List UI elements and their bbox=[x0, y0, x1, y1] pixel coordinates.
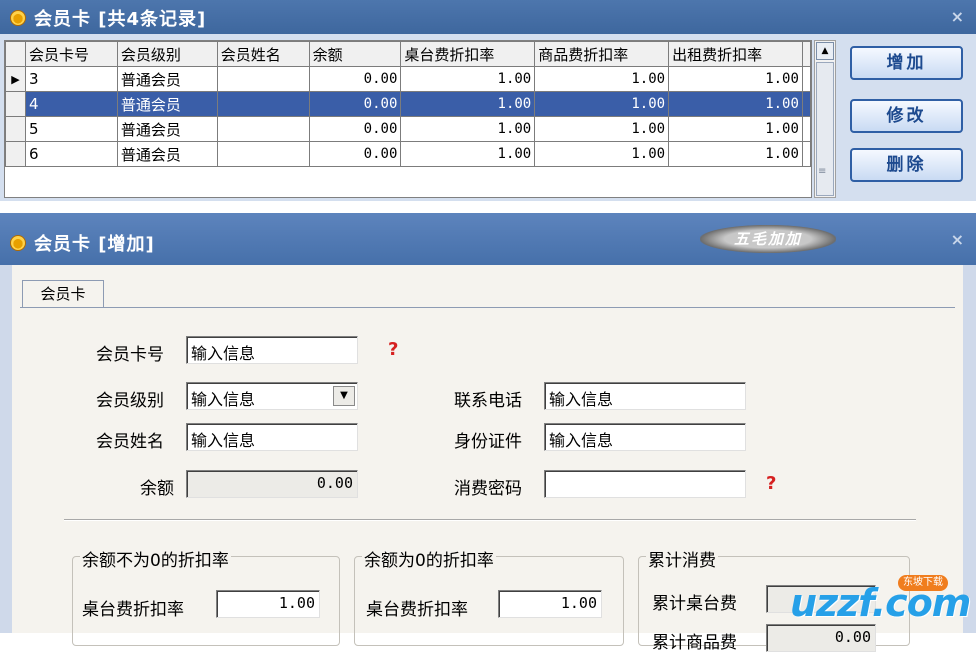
level-select-value: 输入信息 bbox=[191, 390, 256, 409]
close-icon[interactable]: × bbox=[951, 230, 964, 249]
balance-label: 余额 bbox=[140, 479, 174, 499]
password-input[interactable] bbox=[544, 470, 746, 498]
cell-table-rate[interactable]: 1.00 bbox=[400, 116, 536, 142]
watermark-tag: 东坡下载 bbox=[898, 575, 948, 591]
phone-label: 联系电话 bbox=[454, 391, 522, 411]
app-logo-icon bbox=[10, 235, 26, 251]
grid-vertical-scrollbar[interactable]: ▲ ≡ bbox=[814, 40, 836, 198]
cell-balance[interactable]: 0.00 bbox=[308, 141, 402, 167]
cell-rent-rate[interactable]: 1.00 bbox=[668, 91, 803, 117]
nonzero-rate-group-title: 余额不为0的折扣率 bbox=[80, 546, 231, 571]
cell-balance[interactable]: 0.00 bbox=[308, 91, 402, 117]
cell-rent-rate[interactable]: 1.00 bbox=[668, 141, 803, 167]
cell-level[interactable]: 普通会员 bbox=[116, 91, 218, 117]
chevron-down-icon[interactable]: ▼ bbox=[333, 386, 355, 406]
cell-goods-rate[interactable]: 1.00 bbox=[534, 66, 670, 92]
cell-rent-rate[interactable]: 1.00 bbox=[668, 66, 803, 92]
card-no-label: 会员卡号 bbox=[96, 345, 164, 365]
cell-goods-rate[interactable]: 1.00 bbox=[534, 91, 670, 117]
cell-more[interactable] bbox=[801, 116, 812, 142]
cell-name[interactable] bbox=[216, 91, 310, 117]
nonzero-table-rate-label: 桌台费折扣率 bbox=[82, 600, 184, 620]
cell-goods-rate[interactable]: 1.00 bbox=[534, 116, 670, 142]
row-indicator-icon: ▶ bbox=[5, 66, 26, 92]
cell-table-rate[interactable]: 1.00 bbox=[400, 91, 536, 117]
table-row[interactable]: 6 普通会员 0.00 1.00 1.00 1.00 bbox=[5, 141, 812, 167]
cell-card-no[interactable]: 5 bbox=[24, 116, 118, 142]
cell-table-rate[interactable]: 1.00 bbox=[400, 66, 536, 92]
total-goods-fee-label: 累计商品费 bbox=[652, 633, 737, 653]
password-label: 消费密码 bbox=[454, 479, 522, 499]
cell-name[interactable] bbox=[216, 141, 310, 167]
zero-rate-group-title: 余额为0的折扣率 bbox=[362, 546, 496, 571]
cell-balance[interactable]: 0.00 bbox=[308, 116, 402, 142]
site-watermark: uzzf.com 东坡下载 bbox=[790, 575, 971, 631]
scroll-up-arrow-icon[interactable]: ▲ bbox=[816, 42, 834, 60]
zero-table-rate-label: 桌台费折扣率 bbox=[366, 600, 468, 620]
name-label: 会员姓名 bbox=[96, 432, 164, 452]
cell-table-rate[interactable]: 1.00 bbox=[400, 141, 536, 167]
section-divider bbox=[64, 519, 916, 521]
table-row[interactable]: 5 普通会员 0.00 1.00 1.00 1.00 bbox=[5, 116, 812, 142]
cell-level[interactable]: 普通会员 bbox=[116, 66, 218, 92]
card-no-input[interactable]: 输入信息 bbox=[186, 336, 358, 364]
phone-input[interactable]: 输入信息 bbox=[544, 382, 746, 410]
column-header-name[interactable]: 会员姓名 bbox=[216, 41, 310, 67]
balance-field: 0.00 bbox=[186, 470, 358, 498]
cell-name[interactable] bbox=[216, 66, 310, 92]
grid-header: 会员卡号 会员级别 会员姓名 余额 桌台费折扣率 商品费折扣率 出租费折扣率 bbox=[5, 41, 812, 67]
list-title-bar: 会员卡 [共4条记录] × bbox=[0, 0, 976, 34]
scroll-grip-icon: ≡ bbox=[818, 166, 827, 177]
tab-member-card[interactable]: 会员卡 bbox=[22, 280, 104, 308]
member-card-grid: 会员卡号 会员级别 会员姓名 余额 桌台费折扣率 商品费折扣率 出租费折扣率 ▶… bbox=[4, 40, 812, 198]
cell-balance[interactable]: 0.00 bbox=[308, 66, 402, 92]
member-card-edit-window: 会员卡 [增加] 五毛加加 × 会员卡 会员卡号 输入信息 ? 会员级别 输入信… bbox=[0, 213, 976, 653]
cell-level[interactable]: 普通会员 bbox=[116, 141, 218, 167]
table-row-selected[interactable]: 4 普通会员 0.00 1.00 1.00 1.00 bbox=[5, 91, 812, 117]
total-spending-group-title: 累计消费 bbox=[646, 546, 718, 571]
table-row[interactable]: ▶ 3 普通会员 0.00 1.00 1.00 1.00 bbox=[5, 66, 812, 92]
password-required-mark: ? bbox=[766, 473, 777, 494]
total-table-fee-label: 累计桌台费 bbox=[652, 594, 737, 614]
name-input[interactable]: 输入信息 bbox=[186, 423, 358, 451]
id-card-input[interactable]: 输入信息 bbox=[544, 423, 746, 451]
delete-button[interactable]: 删除 bbox=[850, 148, 963, 182]
column-header-table-rate[interactable]: 桌台费折扣率 bbox=[400, 41, 536, 67]
cell-name[interactable] bbox=[216, 116, 310, 142]
add-button[interactable]: 增加 bbox=[850, 46, 963, 80]
member-card-list-window: 会员卡 [共4条记录] × 会员卡号 会员级别 会员姓名 余额 桌台费折扣率 商… bbox=[0, 0, 976, 201]
brand-badge: 五毛加加 bbox=[700, 225, 836, 253]
edit-window-title: 会员卡 [增加] bbox=[34, 234, 155, 255]
cell-more[interactable] bbox=[801, 91, 812, 117]
cell-card-no[interactable]: 4 bbox=[24, 91, 118, 117]
id-card-label: 身份证件 bbox=[454, 432, 522, 452]
level-select[interactable]: 输入信息 ▼ bbox=[186, 382, 358, 410]
cell-more[interactable] bbox=[801, 66, 812, 92]
app-logo-icon bbox=[10, 10, 26, 26]
column-header-level[interactable]: 会员级别 bbox=[116, 41, 218, 67]
column-header-more[interactable] bbox=[801, 41, 812, 67]
nonzero-table-rate-input[interactable]: 1.00 bbox=[216, 590, 320, 618]
cell-more[interactable] bbox=[801, 141, 812, 167]
grid-corner bbox=[5, 41, 26, 67]
close-icon[interactable]: × bbox=[951, 7, 964, 26]
zero-table-rate-input[interactable]: 1.00 bbox=[498, 590, 602, 618]
level-label: 会员级别 bbox=[96, 391, 164, 411]
edit-title-bar: 会员卡 [增加] 五毛加加 × bbox=[0, 213, 976, 265]
column-header-balance[interactable]: 余额 bbox=[308, 41, 402, 67]
list-window-title: 会员卡 [共4条记录] bbox=[34, 9, 207, 30]
cell-card-no[interactable]: 3 bbox=[24, 66, 118, 92]
card-no-required-mark: ? bbox=[388, 339, 399, 360]
cell-level[interactable]: 普通会员 bbox=[116, 116, 218, 142]
column-header-card-no[interactable]: 会员卡号 bbox=[24, 41, 118, 67]
column-header-rent-rate[interactable]: 出租费折扣率 bbox=[668, 41, 803, 67]
cell-goods-rate[interactable]: 1.00 bbox=[534, 141, 670, 167]
cell-card-no[interactable]: 6 bbox=[24, 141, 118, 167]
column-header-goods-rate[interactable]: 商品费折扣率 bbox=[534, 41, 670, 67]
cell-rent-rate[interactable]: 1.00 bbox=[668, 116, 803, 142]
row-indicator bbox=[5, 91, 26, 117]
row-indicator bbox=[5, 141, 26, 167]
row-indicator bbox=[5, 116, 26, 142]
edit-button[interactable]: 修改 bbox=[850, 99, 963, 133]
